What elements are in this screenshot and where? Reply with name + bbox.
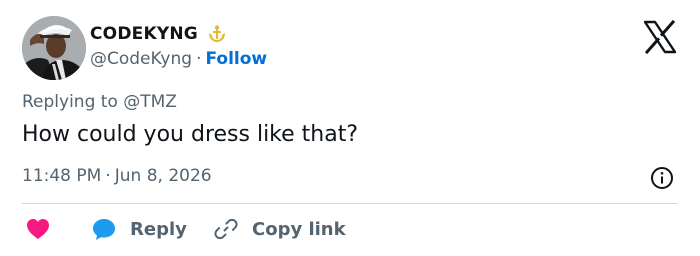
replying-to-handle[interactable]: @TMZ: [123, 92, 177, 112]
x-logo-icon[interactable]: [643, 20, 677, 54]
heart-icon: [27, 219, 49, 239]
tweet-date: Jun 8, 2026: [114, 166, 212, 186]
verified-badge-icon: [208, 25, 225, 42]
copy-link-label: Copy link: [252, 218, 346, 240]
reply-bubble-icon: [93, 219, 115, 240]
tweet-timestamp[interactable]: 11:48 PM · Jun 8, 2026: [22, 166, 212, 186]
reply-label: Reply: [130, 218, 187, 240]
tweet-text: How could you dress like that?: [22, 122, 359, 147]
divider: [22, 203, 678, 204]
replying-to-line: Replying to @TMZ: [22, 92, 177, 112]
copy-link-button[interactable]: Copy link: [214, 216, 346, 242]
reply-button[interactable]: Reply: [92, 216, 187, 242]
author-name-row: CODEKYNG: [90, 22, 228, 46]
link-icon: [214, 218, 238, 240]
avatar[interactable]: [22, 16, 86, 80]
replying-prefix: Replying to: [22, 92, 118, 112]
tweet-time: 11:48 PM: [22, 166, 102, 186]
handle-separator: ·: [196, 49, 202, 69]
info-icon[interactable]: [650, 166, 674, 190]
timestamp-separator: ·: [105, 166, 111, 186]
author-handle-row: @CodeKyng · Follow: [90, 49, 267, 69]
follow-button[interactable]: Follow: [205, 49, 267, 69]
author-handle[interactable]: @CodeKyng: [90, 49, 192, 69]
like-button[interactable]: [26, 216, 50, 242]
author-display-name[interactable]: CODEKYNG: [90, 24, 198, 44]
